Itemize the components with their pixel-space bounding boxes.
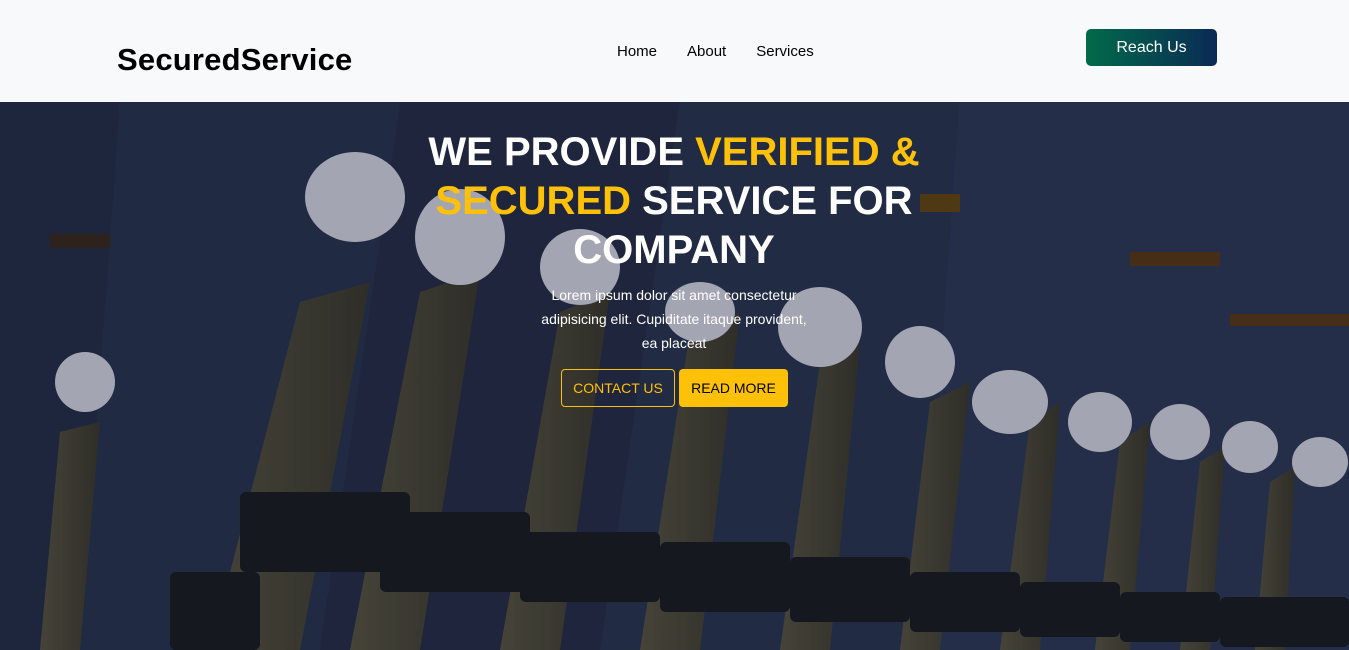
nav-services[interactable]: Services: [756, 42, 814, 62]
contact-us-button[interactable]: CONTACT US: [561, 369, 675, 407]
nav-about[interactable]: About: [687, 42, 726, 62]
nav-home[interactable]: Home: [617, 42, 657, 62]
hero-title-part1: WE PROVIDE: [428, 130, 696, 174]
main-nav: Home About Services: [617, 42, 844, 62]
navbar: SecuredService Home About Services Reach…: [0, 0, 1349, 102]
read-more-button[interactable]: READ MORE: [679, 369, 788, 407]
hero-section: WE PROVIDE VERIFIED & SECURED SERVICE FO…: [0, 102, 1349, 650]
hero-description: Lorem ipsum dolor sit amet consectetur a…: [541, 287, 807, 351]
reach-us-button[interactable]: Reach Us: [1086, 29, 1217, 66]
brand-logo[interactable]: SecuredService: [117, 42, 352, 78]
hero-title: WE PROVIDE VERIFIED & SECURED SERVICE FO…: [424, 128, 924, 275]
